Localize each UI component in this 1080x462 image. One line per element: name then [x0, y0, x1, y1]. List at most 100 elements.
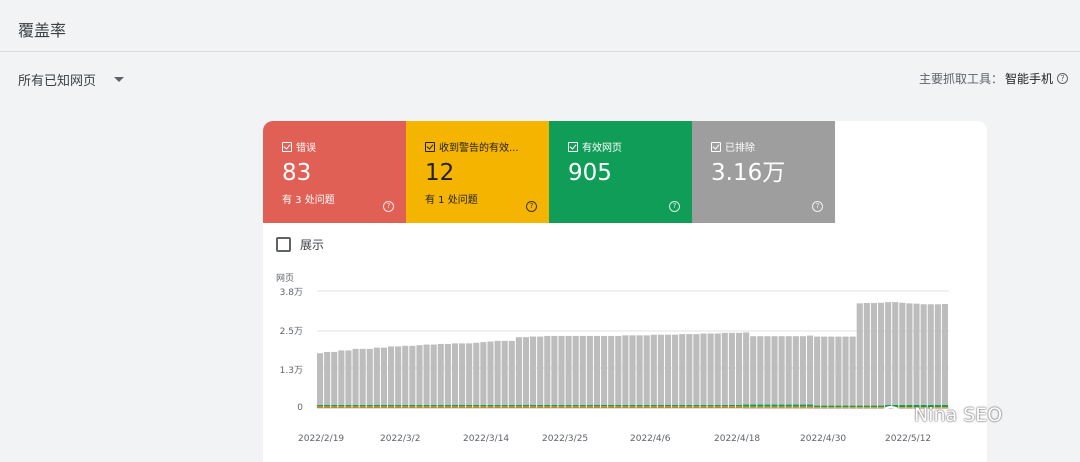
bar-segment[interactable]	[487, 341, 494, 405]
bar-segment[interactable]	[842, 407, 849, 409]
bar-segment[interactable]	[402, 407, 409, 408]
bar-segment[interactable]	[359, 348, 366, 405]
bar-segment[interactable]	[530, 336, 537, 405]
bar-segment[interactable]	[771, 406, 778, 408]
bar-segment[interactable]	[743, 407, 750, 409]
bar-segment[interactable]	[480, 406, 487, 408]
bar-segment[interactable]	[324, 351, 331, 405]
bar-segment[interactable]	[593, 407, 601, 408]
bar-segment[interactable]	[856, 407, 863, 409]
bar-segment[interactable]	[586, 404, 593, 407]
bar-segment[interactable]	[444, 404, 451, 407]
bar-segment[interactable]	[558, 406, 565, 408]
bar-segment[interactable]	[423, 406, 430, 408]
bar-segment[interactable]	[650, 406, 657, 408]
bar-segment[interactable]	[366, 348, 373, 405]
bar-segment[interactable]	[466, 407, 473, 408]
bar-segment[interactable]	[359, 404, 366, 407]
bar-segment[interactable]	[508, 404, 515, 407]
bar-segment[interactable]	[586, 335, 593, 405]
bar-segment[interactable]	[473, 407, 480, 408]
bar-segment[interactable]	[828, 407, 835, 409]
bar-segment[interactable]	[792, 336, 799, 405]
help-icon[interactable]: ?	[1057, 73, 1068, 84]
bar-segment[interactable]	[785, 336, 792, 405]
bar-segment[interactable]	[380, 407, 388, 408]
bar-segment[interactable]	[522, 337, 530, 405]
bar-segment[interactable]	[515, 407, 522, 408]
bar-segment[interactable]	[643, 404, 650, 407]
bar-segment[interactable]	[466, 343, 473, 405]
bar-segment[interactable]	[359, 406, 366, 408]
bar-segment[interactable]	[764, 336, 771, 405]
bar-segment[interactable]	[593, 406, 601, 408]
bar-segment[interactable]	[317, 404, 324, 407]
bar-segment[interactable]	[735, 332, 743, 405]
bar-segment[interactable]	[700, 407, 707, 408]
bar-segment[interactable]	[700, 406, 707, 408]
bar-segment[interactable]	[771, 336, 778, 405]
bar-segment[interactable]	[380, 404, 388, 407]
bar-segment[interactable]	[544, 406, 551, 408]
bar-segment[interactable]	[750, 336, 757, 405]
bar-segment[interactable]	[608, 407, 615, 408]
bar-segment[interactable]	[757, 407, 764, 409]
bar-segment[interactable]	[743, 404, 750, 407]
bar-segment[interactable]	[636, 407, 643, 408]
bar-segment[interactable]	[416, 404, 423, 407]
bar-segment[interactable]	[643, 406, 650, 408]
bar-segment[interactable]	[672, 404, 679, 407]
bar-segment[interactable]	[707, 333, 714, 405]
bar-segment[interactable]	[849, 407, 856, 408]
bar-segment[interactable]	[792, 404, 799, 407]
bar-segment[interactable]	[863, 303, 870, 406]
bar-segment[interactable]	[714, 407, 721, 408]
bar-segment[interactable]	[849, 407, 856, 409]
bar-segment[interactable]	[537, 406, 544, 408]
bar-segment[interactable]	[366, 407, 373, 408]
bar-segment[interactable]	[579, 404, 586, 407]
bar-segment[interactable]	[707, 407, 714, 408]
bar-segment[interactable]	[721, 404, 728, 407]
bar-segment[interactable]	[828, 336, 835, 406]
bar-segment[interactable]	[416, 407, 423, 408]
bar-segment[interactable]	[679, 407, 686, 408]
bar-segment[interactable]	[608, 335, 615, 405]
bar-segment[interactable]	[593, 404, 601, 407]
bar-segment[interactable]	[430, 404, 437, 407]
bar-segment[interactable]	[352, 348, 359, 405]
bar-segment[interactable]	[572, 407, 579, 408]
bar-segment[interactable]	[629, 407, 636, 408]
bar-segment[interactable]	[877, 302, 885, 406]
bar-segment[interactable]	[629, 335, 636, 405]
bar-segment[interactable]	[416, 345, 423, 405]
bar-segment[interactable]	[494, 406, 501, 408]
bar-segment[interactable]	[409, 407, 416, 408]
bar-segment[interactable]	[828, 407, 835, 408]
bar-segment[interactable]	[764, 406, 771, 408]
bar-segment[interactable]	[622, 406, 629, 408]
bar-segment[interactable]	[324, 406, 331, 408]
bar-segment[interactable]	[643, 407, 650, 408]
bar-segment[interactable]	[863, 407, 870, 408]
bar-segment[interactable]	[586, 406, 593, 408]
bar-segment[interactable]	[544, 404, 551, 407]
page-filter-dropdown[interactable]: 所有已知网页	[18, 70, 125, 89]
bar-segment[interactable]	[522, 404, 530, 407]
bar-segment[interactable]	[317, 406, 324, 408]
bar-segment[interactable]	[842, 336, 849, 406]
bar-segment[interactable]	[643, 335, 650, 405]
bar-segment[interactable]	[750, 406, 757, 408]
bar-segment[interactable]	[451, 404, 459, 407]
bar-segment[interactable]	[352, 404, 359, 407]
bar-segment[interactable]	[430, 406, 437, 408]
bar-segment[interactable]	[764, 407, 771, 409]
bar-segment[interactable]	[551, 404, 558, 407]
bar-segment[interactable]	[565, 406, 572, 408]
bar-segment[interactable]	[849, 336, 856, 406]
bar-segment[interactable]	[444, 343, 451, 405]
bar-segment[interactable]	[558, 335, 565, 405]
bar-segment[interactable]	[835, 407, 842, 409]
bar-segment[interactable]	[899, 302, 906, 405]
bar-segment[interactable]	[572, 404, 579, 407]
